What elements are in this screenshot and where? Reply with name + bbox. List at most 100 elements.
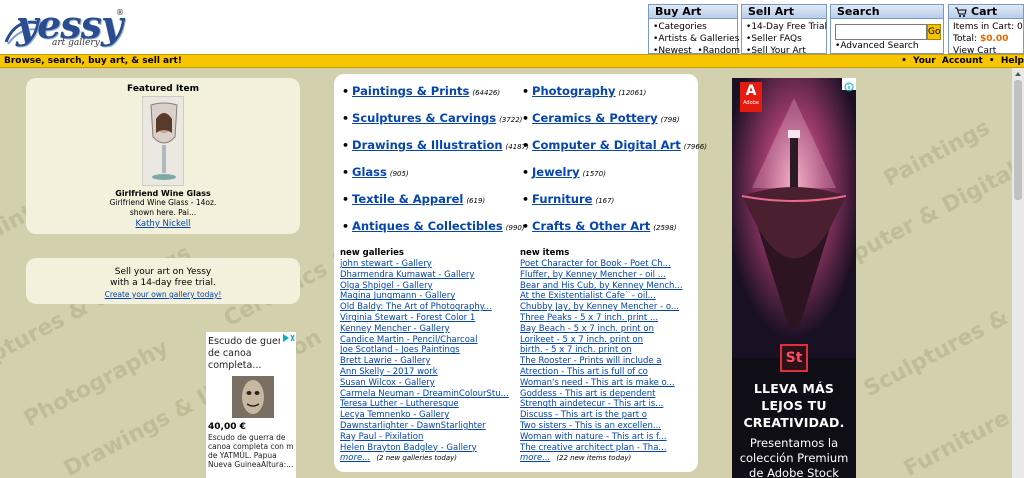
gallery-link[interactable]: Brett Lawrie - Gallery [340,356,430,366]
item-link[interactable]: Bay Beach - 5 x 7 inch. print on [520,324,654,334]
item-link[interactable]: Lorikeet - 5 x 7 inch. print on [520,335,643,345]
gallery-link[interactable]: Teresa Luther - Lutheresque [340,399,459,409]
item-link[interactable]: Two sisters - This is an excellen... [520,421,661,431]
category-item: • Paintings & Prints (64426) [342,84,501,98]
item-link[interactable]: The creative architect plan - Tha... [520,443,667,453]
gallery-link[interactable]: Dharmendra Kumawat - Gallery [340,270,474,280]
item-link[interactable]: Poet Character for Book - Poet Ch... [520,259,671,269]
list-item: Bay Beach - 5 x 7 inch. print on [520,324,690,335]
gallery-link[interactable]: Candice Martin - Pencil/Charcoal [340,335,477,345]
category-item: • Computer & Digital Art (7966) [522,138,707,152]
list-item: Lecya Temnenko - Gallery [340,410,510,421]
category-link[interactable]: Textile & Apparel [352,192,463,206]
gallery-link[interactable]: Ray Paul - Pixilation [340,432,423,442]
category-link[interactable]: Furniture [532,192,592,206]
gallery-link[interactable]: Joe Scotland - Joes Paintings [340,345,460,355]
gallery-link[interactable]: Kenney Mencher - Gallery [340,324,450,334]
featured-item-image[interactable] [142,96,184,186]
list-item: Two sisters - This is an excellen... [520,421,690,432]
category-item: • Jewelry (1570) [522,165,606,179]
category-link[interactable]: Ceramics & Pottery [532,111,658,125]
category-link[interactable]: Drawings & Illustration [352,138,503,152]
category-link[interactable]: Sculptures & Carvings [352,111,496,125]
yessy-logo[interactable]: yessy ® art gallery [4,2,124,52]
list-item: Bear and His Cub, by Kenney Mench... [520,281,690,292]
adobe-stock-ad[interactable]: A Adobe St LLEVA MÁS LEJOS TU CREATIVIDA… [732,78,856,478]
gallery-link[interactable]: Virginia Stewart - Forest Color 1 [340,313,475,323]
item-link[interactable]: Three Peaks - 5 x 7 inch. print ... [520,313,658,323]
small-ad-price: 40,00 € [208,422,246,432]
item-link[interactable]: birth. - 5 x 7 inch. print on [520,345,632,355]
create-gallery-link[interactable]: Create your own gallery today! [105,290,222,299]
new-items-count: (22 new items today) [556,454,632,463]
advanced-search-link[interactable]: Advanced Search [840,41,918,51]
list-item: john stewart - Gallery [340,259,510,270]
buy-art-title[interactable]: Buy Art [649,5,737,19]
ad-choices-icon[interactable] [842,78,856,92]
gallery-link[interactable]: Dawnstarlighter - DawnStarlighter [340,421,486,431]
item-link[interactable]: Woman's need - This art is make o... [520,378,675,388]
gallery-link[interactable]: Helen Brayton Badgley - Gallery [340,443,477,453]
list-item: Ray Paul - Pixilation [340,432,510,443]
category-item: • Furniture (167) [522,192,615,206]
item-link[interactable]: Chubby Jay, by Kenney Mencher - o... [520,302,679,312]
list-item: Old Baldy: The Art of Photography... [340,302,510,313]
category-link[interactable]: Jewelry [532,165,580,179]
item-link[interactable]: The Rooster - Prints will include a [520,356,662,366]
category-count: (2598) [653,224,677,232]
page-scrollbar[interactable] [1012,68,1024,478]
item-link[interactable]: Discuss - This art is the part o [520,410,647,420]
category-count: (798) [660,116,680,124]
category-link[interactable]: Antiques & Collectibles [352,219,503,233]
sell-art-title[interactable]: Sell Art [742,5,826,19]
gallery-link[interactable]: Ann Skelly - 2017 work [340,367,438,377]
help-link[interactable]: Help [1001,56,1024,66]
more-items-link[interactable]: more... [520,453,550,463]
small-ad[interactable]: Escudo de guerra de canoa completa... 40… [206,332,296,478]
featured-item-heading: Featured Item [127,84,199,94]
list-item: The creative architect plan - Tha... [520,443,690,454]
item-link[interactable]: At the Existentialist Cafe` - oil... [520,291,656,301]
gallery-link[interactable]: Susan Wilcox - Gallery [340,378,435,388]
category-link[interactable]: Paintings & Prints [352,84,469,98]
ad-subtext: Presentamos la colección Premium de Adob… [739,436,849,478]
sell-free-trial-link[interactable]: 14-Day Free Trial [751,22,827,32]
item-link[interactable]: Fluffer, by Kenney Mencher - oil ... [520,270,666,280]
category-link[interactable]: Crafts & Other Art [532,219,650,233]
search-go-button[interactable]: Go [927,24,942,40]
item-link[interactable]: Bear and His Cub, by Kenney Mench... [520,281,683,291]
gallery-link[interactable]: Olga Shpigel - Gallery [340,281,433,291]
category-item: • Ceramics & Pottery (798) [522,111,680,125]
your-account-link[interactable]: Your Account [913,56,983,66]
new-galleries-count: (2 new galleries today) [376,454,457,463]
list-item: At the Existentialist Cafe` - oil... [520,291,690,302]
gallery-link[interactable]: Carmela Neuman - DreaminColourStu... [340,389,509,399]
sell-faqs-link[interactable]: Seller FAQs [751,34,801,44]
item-link[interactable]: Strength aindetecur - This art is... [520,399,663,409]
gallery-link[interactable]: Lecya Temnenko - Gallery [340,410,449,420]
more-galleries-link[interactable]: more... [340,453,370,463]
gallery-link[interactable]: john stewart - Gallery [340,259,432,269]
logo-registered-mark: ® [116,8,124,17]
item-link[interactable]: Atrection - This art is full of co [520,367,648,377]
item-link[interactable]: Goddess - This art is dependent [520,389,655,399]
watermark-text: Photography [20,335,173,433]
sell-line-2: with a 14-day free trial. [110,278,216,288]
wine-glass-image [143,97,183,185]
gallery-link[interactable]: Magina Jungmann - Gallery [340,291,455,301]
cart-header[interactable]: Cart [949,5,1023,19]
category-link[interactable]: Computer & Digital Art [532,138,681,152]
gallery-link[interactable]: Old Baldy: The Art of Photography... [340,302,492,312]
category-link[interactable]: Glass [352,165,387,179]
buy-categories-link[interactable]: Categories [658,22,707,32]
buy-artists-galleries-link[interactable]: Artists & Galleries [658,34,739,44]
small-ad-image[interactable] [232,376,274,418]
ad-choices-icon[interactable] [280,332,296,344]
category-link[interactable]: Photography [532,84,616,98]
category-count: (3722) [499,116,523,124]
featured-artist-link[interactable]: Kathy Nickell [135,219,190,229]
search-input[interactable] [835,24,927,40]
item-link[interactable]: Woman with nature - This art is f... [520,432,667,442]
list-item: Woman's need - This art is make o... [520,378,690,389]
watermark-text: Sculptures & Carvings [860,251,1024,403]
